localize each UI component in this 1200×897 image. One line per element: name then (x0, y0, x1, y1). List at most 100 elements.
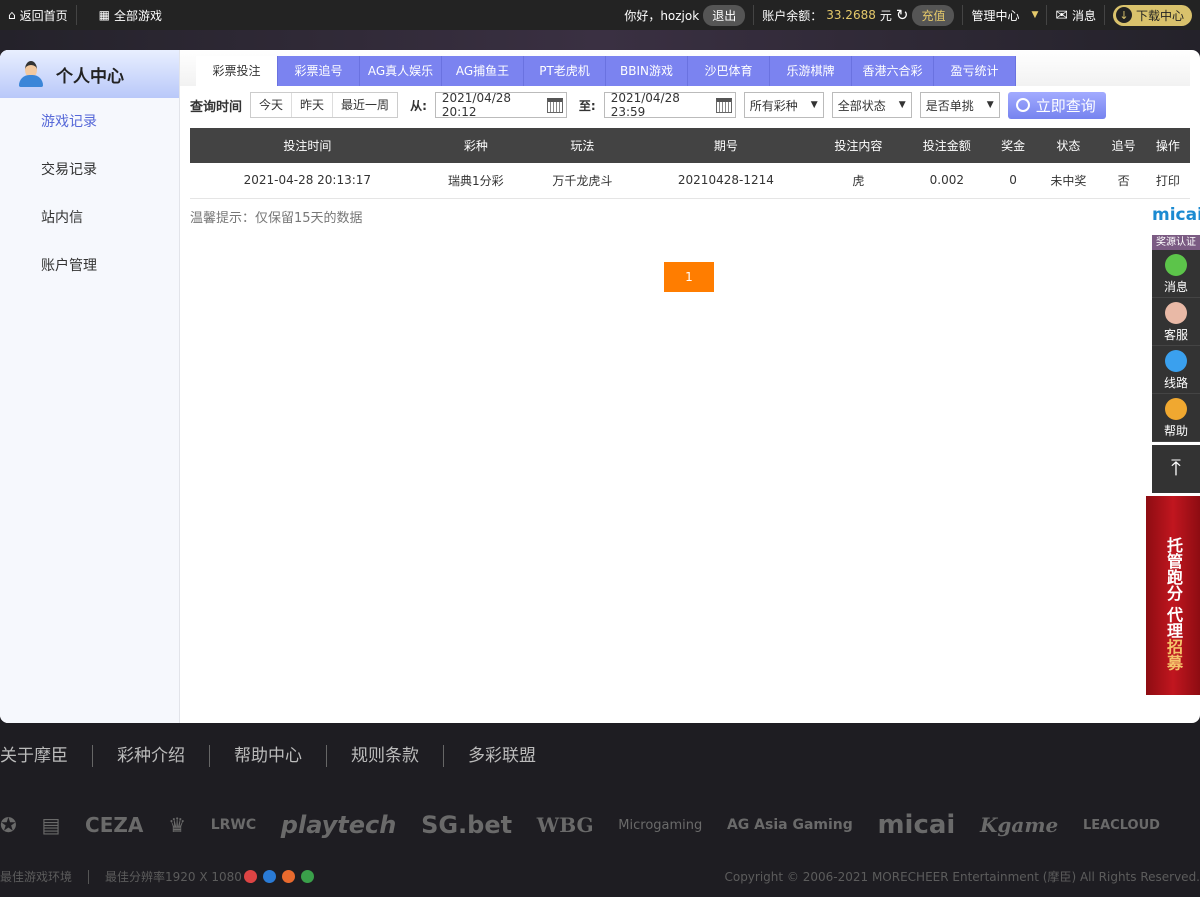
agent-recruit-banner[interactable]: 托管跑分 代理招募 (1146, 496, 1200, 695)
column-header: 玩法 (527, 128, 638, 163)
column-header: 投注内容 (814, 128, 903, 163)
footer-link[interactable]: 多彩联盟 (443, 745, 560, 767)
from-label: 从: (410, 98, 427, 113)
grid-icon: ▦ (98, 8, 110, 22)
column-header: 期号 (637, 128, 815, 163)
crest-logo: ♛ (168, 813, 186, 837)
cell-issue: 20210428-1214 (637, 163, 815, 199)
calendar-icon[interactable] (715, 97, 732, 113)
content: 彩票投注 彩票追号 AG真人娱乐 AG捕鱼王 PT老虎机 BBIN游戏 沙巴体育… (180, 50, 1190, 292)
filter-bar: 查询时间 今天 昨天 最近一周 从: 2021/04/28 20:12 至: 2… (190, 86, 1190, 124)
footer-link[interactable]: 关于摩臣 (0, 745, 92, 767)
manage-menu[interactable]: 管理中心 ▼ (963, 0, 1046, 30)
divider (75, 5, 77, 25)
partner-logo: SG.bet (421, 811, 513, 839)
lottery-select[interactable]: 所有彩种 ▼ (743, 92, 824, 118)
ie-icon (262, 870, 276, 883)
footer-link[interactable]: 彩种介绍 (92, 745, 209, 767)
today-button[interactable]: 今天 (251, 93, 293, 117)
tab-ag-fishing[interactable]: AG捕鱼王 (442, 56, 524, 86)
footer-bottom: 最佳游戏环境 最佳分辨率1920 X 1080 Copyright © 2006… (0, 868, 1200, 885)
retention-tip: 温馨提示：仅保留15天的数据 (190, 210, 363, 226)
column-header: 投注时间 (190, 128, 425, 163)
tab-ag-live[interactable]: AG真人娱乐 (360, 56, 442, 86)
partner-logo: micai (877, 810, 956, 840)
user-icon (18, 60, 44, 88)
cell-play: 万千龙虎斗 (527, 163, 638, 199)
calendar-icon[interactable] (547, 97, 563, 113)
single-select[interactable]: 是否单挑 ▼ (919, 92, 1000, 118)
yesterday-button[interactable]: 昨天 (292, 93, 334, 117)
column-header: 追号 (1101, 128, 1146, 163)
print-link[interactable]: 打印 (1145, 163, 1190, 199)
sidebar-item-transactions[interactable]: 交易记录 (0, 146, 179, 194)
page-button-1[interactable]: 1 (664, 261, 714, 292)
firefox-icon (281, 870, 295, 883)
first-cagayan-logo: ▤ (41, 813, 61, 837)
partner-logo: CEZA (85, 813, 144, 837)
chat-icon (1165, 254, 1187, 276)
float-service-button[interactable]: 客服 (1152, 298, 1200, 346)
partner-logo: LRWC (210, 817, 257, 833)
last-week-button[interactable]: 最近一周 (333, 93, 397, 117)
recharge-button[interactable]: 充值 (912, 4, 955, 26)
cell-chase: 否 (1101, 163, 1146, 199)
speedometer-icon (1165, 350, 1187, 372)
partner-logos: ✪ ▤ CEZA ♛ LRWC playtech SG.bet WBG Micr… (0, 810, 1200, 840)
sidebar-item-account[interactable]: 账户管理 (0, 242, 179, 290)
footer-nav: 关于摩臣 彩种介绍 帮助中心 规则条款 多彩联盟 (0, 745, 560, 767)
dropdown-arrow-icon: ▼ (810, 100, 818, 110)
to-date-input[interactable]: 2021/04/28 23:59 (603, 91, 736, 119)
dropdown-arrow-icon: ▼ (898, 100, 906, 110)
cell-prize: 0 (991, 163, 1036, 199)
footer-link[interactable]: 帮助中心 (209, 745, 326, 767)
from-date-input[interactable]: 2021/04/28 20:12 (434, 91, 567, 119)
tab-chess[interactable]: 乐游棋牌 (770, 56, 852, 86)
logout-button[interactable]: 退出 (703, 4, 746, 26)
cell-amount: 0.002 (902, 163, 991, 199)
tab-bbin[interactable]: BBIN游戏 (606, 56, 688, 86)
download-center-button[interactable]: ↓ 下载中心 (1112, 4, 1192, 26)
search-icon (1015, 98, 1030, 112)
partner-logo: Microgaming (618, 817, 703, 833)
float-help-button[interactable]: 帮助 (1152, 394, 1200, 442)
cert-label: 奖源认证 (1152, 235, 1200, 250)
query-time-label: 查询时间 (190, 99, 243, 115)
column-header: 操作 (1145, 128, 1190, 163)
edge-icon (300, 870, 314, 883)
bets-table: 投注时间 彩种 玩法 期号 投注内容 投注金额 奖金 状态 追号 操作 2021… (190, 128, 1190, 199)
help-icon (1165, 398, 1187, 420)
float-lines-button[interactable]: 线路 (1152, 346, 1200, 394)
footer-link[interactable]: 规则条款 (326, 745, 443, 767)
partner-logo: WBG (536, 813, 594, 837)
messages-link[interactable]: ✉ 消息 (1047, 0, 1104, 30)
column-header: 投注金额 (902, 128, 991, 163)
partner-logo: AG Asia Gaming (726, 817, 853, 833)
tab-hk-mark-six[interactable]: 香港六合彩 (852, 56, 934, 86)
tab-pt-slots[interactable]: PT老虎机 (524, 56, 606, 86)
home-link[interactable]: ⌂ 返回首页 (0, 0, 76, 30)
table-row: 2021-04-28 20:13:17 瑞典1分彩 万千龙虎斗 20210428… (190, 163, 1190, 199)
cell-lottery: 瑞典1分彩 (424, 163, 528, 199)
partner-logo: LEACLOUD (1082, 817, 1160, 833)
float-messages-button[interactable]: 消息 (1152, 250, 1200, 298)
top-bar: ⌂ 返回首页 ▦ 全部游戏 你好，hozjok 退出 账户余额： 33.2688 元 ↻ 充值… (0, 0, 1200, 30)
tab-saba-sports[interactable]: 沙巴体育 (688, 56, 770, 86)
emblem-logo: ✪ (0, 813, 17, 837)
refresh-icon[interactable]: ↻ (896, 6, 909, 24)
tab-profit-stats[interactable]: 盈亏统计 (934, 56, 1016, 86)
balance-label: 账户余额： (762, 8, 823, 23)
query-button[interactable]: 立即查询 (1007, 91, 1106, 119)
copyright: Copyright © 2006-2021 MORECHEER Entertai… (724, 870, 1200, 884)
sidebar-item-inbox[interactable]: 站内信 (0, 194, 179, 242)
right-float-bar: micai 奖源认证 消息 客服 线路 帮助 ⤒ (1152, 205, 1200, 493)
tab-lottery-bets[interactable]: 彩票投注 (196, 56, 278, 86)
sidebar-item-game-records[interactable]: 游戏记录 (0, 98, 179, 146)
tab-lottery-chase[interactable]: 彩票追号 (278, 56, 360, 86)
column-header: 彩种 (424, 128, 528, 163)
partner-logo: Kgame (980, 813, 1059, 837)
partner-logo: playtech (280, 811, 397, 839)
back-to-top-icon[interactable]: ⤒ (1152, 445, 1200, 493)
status-select[interactable]: 全部状态 ▼ (831, 92, 912, 118)
all-games-link[interactable]: ▦ 全部游戏 (91, 0, 170, 30)
